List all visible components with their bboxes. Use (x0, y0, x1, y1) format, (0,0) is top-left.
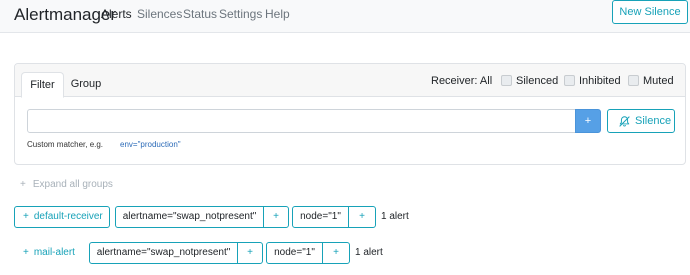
expand-all-groups-label: Expand all groups (32, 179, 113, 190)
group-matcher-label[interactable]: node="1" (293, 207, 349, 227)
inhibited-checkbox-label[interactable]: Inhibited (579, 75, 621, 87)
filter-card-header: Filter Group Receiver: All Silenced Inhi… (15, 64, 685, 98)
nav-link-status[interactable]: Status (183, 7, 217, 21)
add-matcher-button[interactable]: + (238, 243, 262, 263)
new-silence-button[interactable]: New Silence (612, 0, 688, 24)
receiver-group-toggle[interactable]: + mail-alert (14, 242, 84, 264)
plus-icon: + (23, 211, 29, 222)
nav-link-settings[interactable]: Settings (219, 7, 262, 21)
receiver-name: default-receiver (33, 211, 103, 222)
group-matcher: alertname="swap_notpresent" + (115, 206, 289, 228)
expand-all-groups-button[interactable]: + Expand all groups (20, 179, 113, 190)
group-matcher-label[interactable]: node="1" (267, 243, 323, 263)
tab-group[interactable]: Group (65, 72, 107, 97)
silenced-checkbox-label[interactable]: Silenced (516, 75, 558, 87)
plus-icon: + (23, 247, 29, 258)
nav-link-help[interactable]: Help (265, 7, 290, 21)
group-matcher-label[interactable]: alertname="swap_notpresent" (116, 207, 264, 227)
silence-button[interactable]: Silence (607, 109, 675, 133)
silence-button-label: Silence (635, 115, 672, 127)
muted-checkbox[interactable] (628, 75, 639, 86)
receiver-selector[interactable]: Receiver: All (431, 75, 492, 87)
group-matcher: node="1" + (266, 242, 350, 264)
add-matcher-button[interactable]: + (575, 109, 601, 133)
muted-checkbox-label[interactable]: Muted (643, 75, 674, 87)
plus-icon: + (20, 179, 26, 190)
add-matcher-button[interactable]: + (323, 243, 349, 263)
bell-slash-icon (619, 116, 630, 127)
group-matcher: alertname="swap_notpresent" + (89, 242, 263, 264)
alert-count: 1 alert (355, 247, 383, 258)
matcher-hint-example[interactable]: env="production" (120, 140, 181, 149)
alert-count: 1 alert (381, 211, 409, 222)
add-matcher-button[interactable]: + (349, 207, 375, 227)
silenced-checkbox[interactable] (501, 75, 512, 86)
group-matcher-label[interactable]: alertname="swap_notpresent" (90, 243, 238, 263)
group-matcher: node="1" + (292, 206, 376, 228)
nav-link-silences[interactable]: Silences (137, 7, 182, 21)
matcher-hint: Custom matcher, e.g. (27, 140, 104, 149)
matcher-input[interactable] (27, 109, 576, 133)
receiver-name: mail-alert (33, 247, 75, 258)
add-matcher-button[interactable]: + (264, 207, 288, 227)
inhibited-checkbox[interactable] (564, 75, 575, 86)
navbar: Alertmanager Alerts Silences Status Sett… (0, 0, 690, 33)
receiver-group-toggle[interactable]: + default-receiver (14, 206, 110, 228)
tab-filter[interactable]: Filter (21, 72, 64, 98)
nav-link-alerts[interactable]: Alerts (101, 7, 132, 21)
filter-card: Filter Group Receiver: All Silenced Inhi… (14, 63, 686, 165)
